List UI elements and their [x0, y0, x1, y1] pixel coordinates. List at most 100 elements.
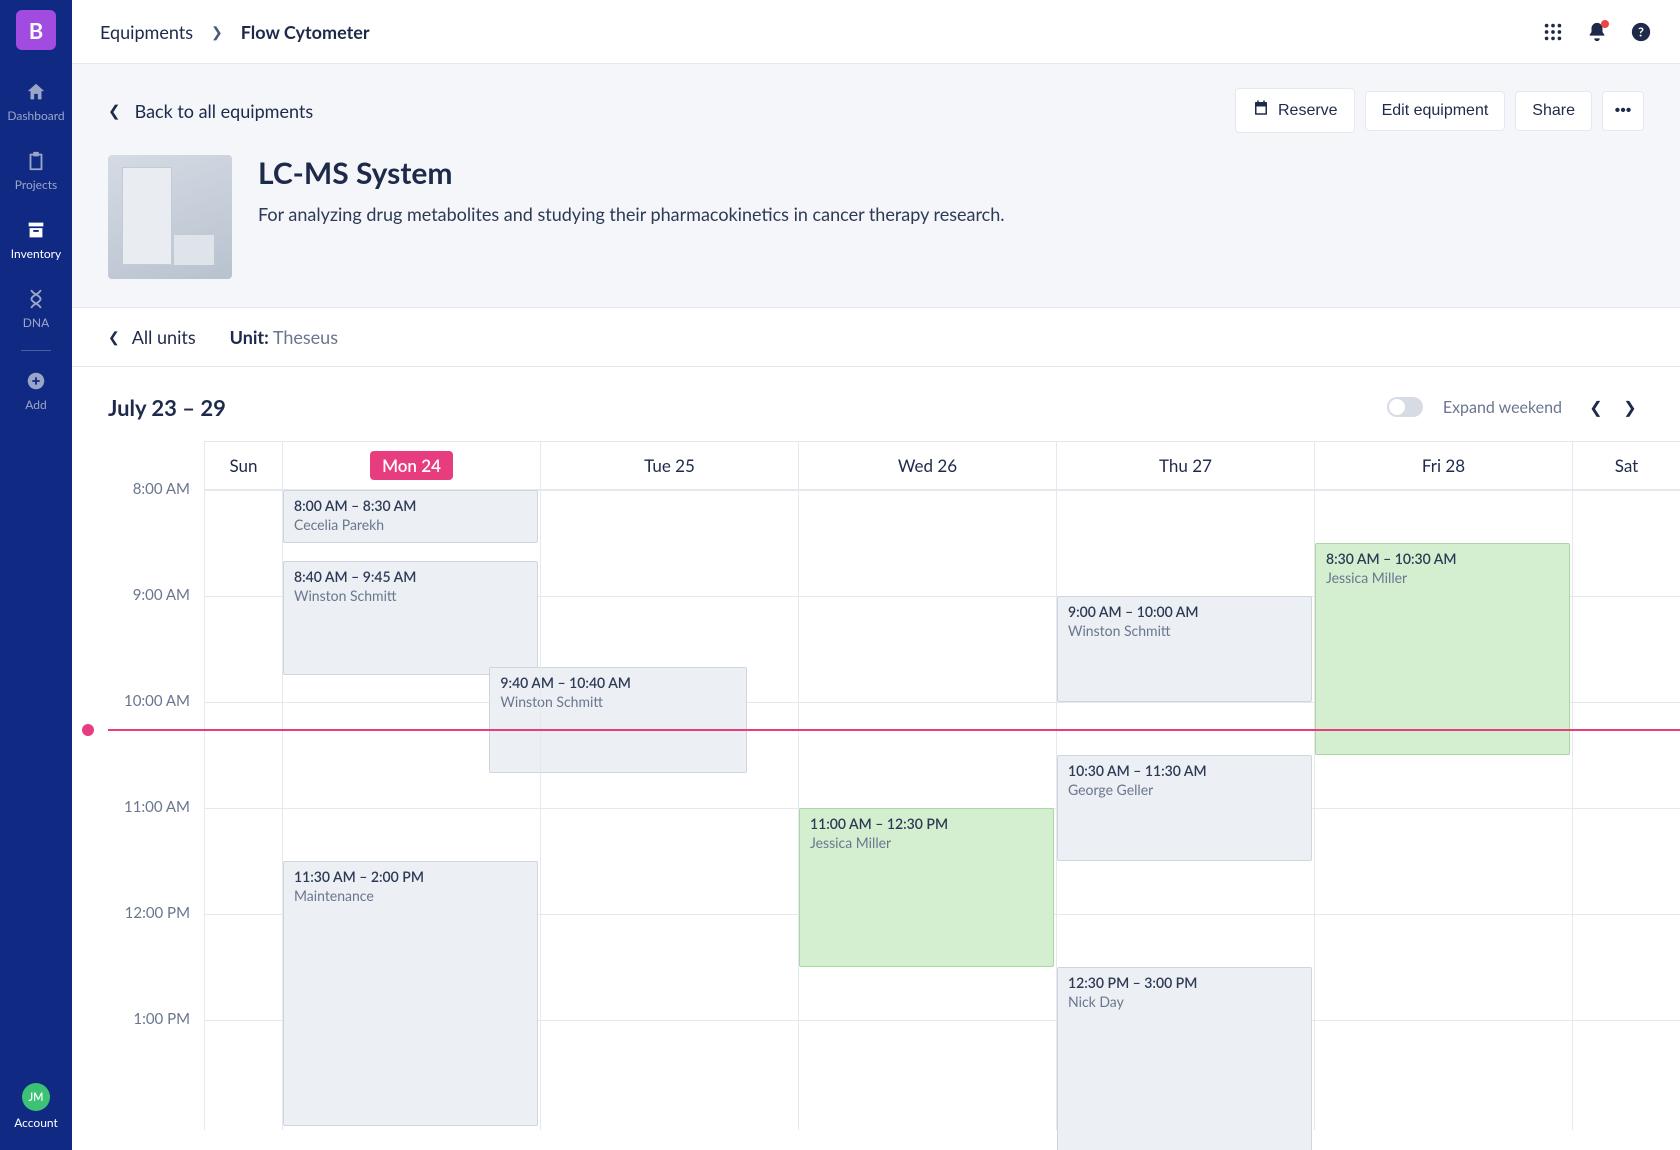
sidebar-item-label: DNA: [23, 315, 49, 330]
box-icon: [24, 218, 48, 242]
expand-weekend-toggle[interactable]: [1387, 397, 1423, 417]
more-actions-button[interactable]: •••: [1602, 91, 1644, 131]
next-week-button[interactable]: ❯: [1616, 393, 1644, 421]
calendar-event[interactable]: 12:30 PM – 3:00 PM Nick Day: [1057, 967, 1312, 1150]
header-actions: Reserve Edit equipment Share •••: [1235, 88, 1644, 133]
calendar-grid[interactable]: 8:00 AM – 8:30 AM Cecelia Parekh 8:40 AM –…: [204, 490, 1680, 1130]
calendar-event[interactable]: 8:40 AM – 9:45 AMWinston Schmitt: [283, 561, 538, 675]
event-person: Jessica Miller: [1326, 569, 1559, 586]
unit-bar: ❮ All units Unit: Theseus: [72, 307, 1680, 367]
sidebar-item-inventory[interactable]: Inventory: [0, 206, 72, 275]
event-time: 9:00 AM – 10:00 AM: [1068, 603, 1301, 620]
calendar-event[interactable]: 8:30 AM – 10:30 AM Jessica Miller: [1315, 543, 1570, 755]
expand-weekend-label: Expand weekend: [1443, 398, 1562, 417]
time-label: 11:00 AM: [124, 798, 190, 816]
button-label: Edit equipment: [1382, 102, 1489, 120]
calendar-day-header[interactable]: Tue 25: [540, 442, 798, 489]
share-button[interactable]: Share: [1515, 91, 1592, 131]
calendar-day-header[interactable]: Sun: [204, 442, 282, 489]
calendar-day-column[interactable]: 8:00 AM – 8:30 AM Cecelia Parekh 8:40 AM –…: [282, 490, 540, 1130]
time-label: 1:00 PM: [133, 1010, 190, 1028]
breadcrumb-leaf: Flow Cytometer: [241, 21, 370, 43]
back-label: Back to all equipments: [135, 100, 314, 122]
calendar-event[interactable]: 11:00 AM – 12:30 PM Jessica Miller: [799, 808, 1054, 967]
sidebar-item-projects[interactable]: Projects: [0, 137, 72, 206]
calendar-day-column[interactable]: [204, 490, 282, 1130]
dna-icon: [24, 287, 48, 311]
unit-label: Unit: Theseus: [230, 326, 338, 348]
calendar-day-header[interactable]: Sat: [1572, 442, 1680, 489]
prev-week-button[interactable]: ❮: [1582, 393, 1610, 421]
event-person: Winston Schmitt: [1068, 622, 1301, 639]
calendar-day-headers: SunMon 24Tue 25Wed 26Thu 27Fri 28Sat: [204, 442, 1680, 490]
topbar: Equipments ❯ Flow Cytometer ?: [72, 0, 1680, 64]
sidebar-item-add[interactable]: Add: [0, 357, 72, 426]
avatar: JM: [22, 1083, 50, 1111]
brand-logo[interactable]: B: [16, 10, 56, 50]
event-person: Nick Day: [1068, 993, 1301, 1010]
event-time: 8:40 AM – 9:45 AM: [294, 568, 527, 585]
event-person: Jessica Miller: [810, 834, 1043, 851]
breadcrumb-root[interactable]: Equipments: [100, 21, 193, 43]
calendar-icon: [1252, 99, 1270, 122]
calendar-day-column[interactable]: [1572, 490, 1680, 1130]
sidebar-item-dna[interactable]: DNA: [0, 275, 72, 344]
all-units-label: All units: [132, 326, 196, 348]
event-time: 8:00 AM – 8:30 AM: [294, 497, 527, 514]
sidebar-item-account[interactable]: JM Account: [14, 1083, 58, 1150]
equipment-photo: [108, 155, 232, 279]
calendar: SunMon 24Tue 25Wed 26Thu 27Fri 28Sat 8:0…: [108, 441, 1680, 1130]
edit-equipment-button[interactable]: Edit equipment: [1365, 91, 1506, 131]
calendar-day-column[interactable]: 8:30 AM – 10:30 AM Jessica Miller: [1314, 490, 1572, 1130]
back-to-equipments-link[interactable]: ❮ Back to all equipments: [108, 100, 313, 122]
sidebar-item-label: Projects: [15, 177, 57, 192]
calendar-day-header[interactable]: Mon 24: [282, 442, 540, 489]
sidebar-item-dashboard[interactable]: Dashboard: [0, 68, 72, 137]
equipment-title: LC-MS System: [258, 155, 1005, 191]
event-time: 11:00 AM – 12:30 PM: [810, 815, 1043, 832]
calendar-event[interactable]: 8:00 AM – 8:30 AM Cecelia Parekh: [283, 490, 538, 543]
event-time: 11:30 AM – 2:00 PM: [294, 868, 527, 885]
calendar-day-column[interactable]: [540, 490, 798, 1130]
calendar-day-column[interactable]: 9:00 AM – 10:00 AM Winston Schmitt 10:30 A…: [1056, 490, 1314, 1130]
clipboard-icon: [24, 149, 48, 173]
calendar-day-column[interactable]: 11:00 AM – 12:30 PM Jessica Miller: [798, 490, 1056, 1130]
sidebar: B Dashboard Projects Inventory DNA Add J…: [0, 0, 72, 1150]
calendar-toolbar: July 23 – 29 Expand weekend ❮ ❯: [72, 367, 1680, 441]
bell-icon[interactable]: [1586, 21, 1608, 43]
calendar-day-header[interactable]: Thu 27: [1056, 442, 1314, 489]
sidebar-item-label: Add: [25, 397, 46, 412]
calendar-event[interactable]: 11:30 AM – 2:00 PMMaintenance: [283, 861, 538, 1126]
button-label: Share: [1532, 102, 1575, 120]
calendar-event[interactable]: 10:30 AM – 11:30 AMGeorge Geller: [1057, 755, 1312, 861]
reserve-button[interactable]: Reserve: [1235, 88, 1355, 133]
sidebar-item-label: Inventory: [11, 246, 61, 261]
calendar-event[interactable]: 9:00 AM – 10:00 AM Winston Schmitt: [1057, 596, 1312, 702]
chevron-left-icon: ❮: [108, 328, 120, 346]
current-time-indicator: [108, 729, 1680, 731]
event-person: Cecelia Parekh: [294, 516, 527, 533]
equipment-description: For analyzing drug metabolites and study…: [258, 203, 1005, 225]
event-time: 12:30 PM – 3:00 PM: [1068, 974, 1301, 991]
svg-text:?: ?: [1638, 23, 1644, 39]
time-label: 8:00 AM: [133, 480, 190, 498]
help-icon[interactable]: ?: [1630, 21, 1652, 43]
calendar-day-header[interactable]: Wed 26: [798, 442, 1056, 489]
apps-grid-icon[interactable]: [1542, 21, 1564, 43]
time-label: 9:00 AM: [133, 586, 190, 604]
sidebar-item-label: Account: [14, 1115, 58, 1130]
button-label: Reserve: [1278, 102, 1338, 120]
equipment-header: ❮ Back to all equipments Reserve Edit eq…: [72, 64, 1680, 307]
home-icon: [24, 80, 48, 104]
time-label: 12:00 PM: [125, 904, 190, 922]
sidebar-item-label: Dashboard: [7, 108, 64, 123]
main: ❮ Back to all equipments Reserve Edit eq…: [72, 64, 1680, 1150]
time-label: 10:00 AM: [124, 692, 190, 710]
notification-dot: [1601, 20, 1609, 28]
calendar-day-header[interactable]: Fri 28: [1314, 442, 1572, 489]
all-units-link[interactable]: ❮ All units: [108, 326, 196, 348]
event-time: 10:30 AM – 11:30 AM: [1068, 762, 1301, 779]
event-time: 8:30 AM – 10:30 AM: [1326, 550, 1559, 567]
sidebar-separator: [21, 350, 51, 351]
plus-circle-icon: [24, 369, 48, 393]
